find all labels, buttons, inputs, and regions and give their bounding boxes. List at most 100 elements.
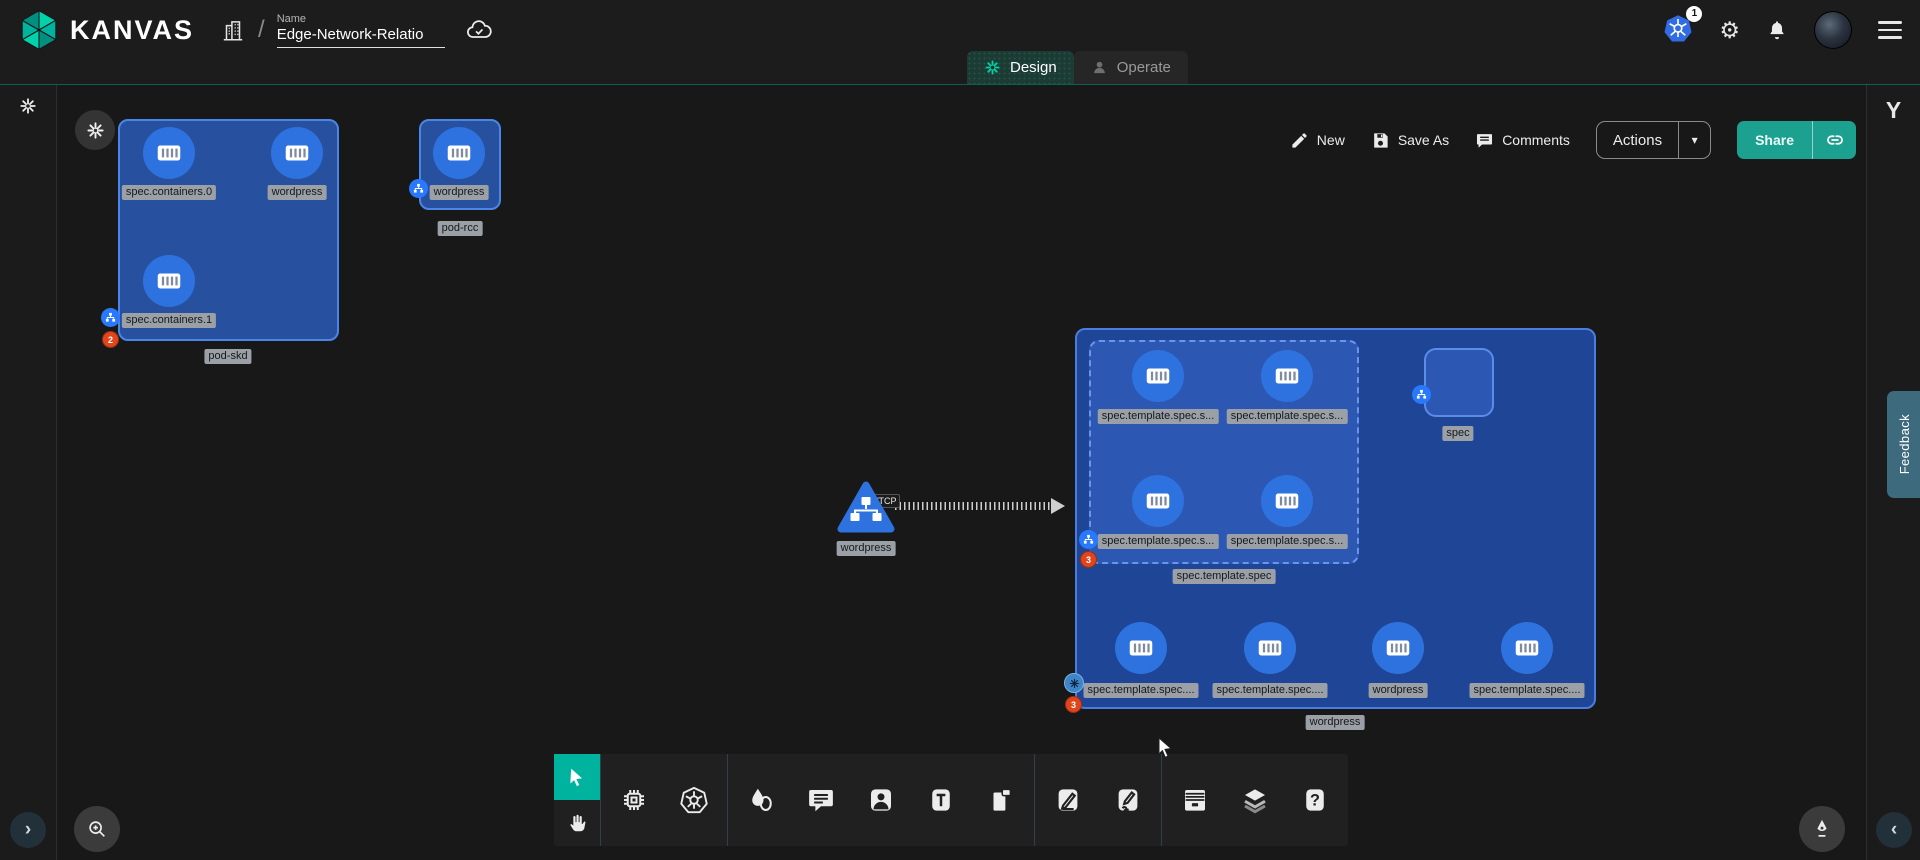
canvas-actions-bar: New Save As Comments Actions ▾ Share: [1290, 121, 1856, 159]
container-node[interactable]: [1261, 475, 1313, 527]
design-name-input[interactable]: [277, 26, 445, 48]
import-drawer-tool[interactable]: [1180, 785, 1210, 815]
node-label: spec.template.spec....: [1084, 683, 1199, 698]
tab-operate[interactable]: Operate: [1074, 51, 1188, 84]
kubernetes-context-count-badge: 1: [1686, 6, 1702, 22]
zoom-button[interactable]: [74, 806, 120, 852]
container-node[interactable]: [1261, 350, 1313, 402]
container-node[interactable]: [1244, 622, 1296, 674]
tab-design[interactable]: Design: [967, 51, 1074, 84]
collapse-hierarchy-badge[interactable]: [1079, 530, 1098, 549]
edge-pen-tool[interactable]: [1053, 785, 1083, 815]
feedback-label: Feedback: [1897, 414, 1912, 474]
note-tool[interactable]: [986, 785, 1016, 815]
service-edge[interactable]: [895, 502, 1053, 510]
history-pinwheel-icon[interactable]: [0, 97, 56, 115]
pencil-icon: [1290, 131, 1309, 150]
node-label: wordpress: [837, 541, 896, 556]
user-avatar[interactable]: [1814, 11, 1852, 49]
breadcrumb-separator: /: [258, 16, 265, 44]
design-name-label: Name: [277, 13, 445, 25]
share-button[interactable]: Share: [1737, 121, 1856, 159]
app-header: KANVAS / Name: [0, 0, 1920, 84]
notifications-bell-icon[interactable]: [1766, 19, 1788, 41]
pan-tool[interactable]: [554, 800, 600, 846]
comments-button[interactable]: Comments: [1475, 131, 1570, 150]
canvas-toolbar: ?: [554, 754, 1348, 846]
workspace-body: › 80/TCP wordpress: [0, 84, 1920, 860]
container-node[interactable]: [1132, 350, 1184, 402]
expand-right-panel-button[interactable]: ‹: [1876, 812, 1912, 848]
copy-link-icon[interactable]: [1812, 121, 1856, 159]
container-node[interactable]: [1372, 622, 1424, 674]
node-label: wordpress: [1369, 683, 1428, 698]
node-label: spec.template.spec.s...: [1227, 534, 1348, 549]
node-label: spec.template.spec.s...: [1227, 409, 1348, 424]
collapse-hierarchy-badge[interactable]: [101, 308, 120, 327]
node-label: spec.template.spec....: [1213, 683, 1328, 698]
help-tool[interactable]: ?: [1300, 785, 1330, 815]
service-edge-arrowhead: [1051, 498, 1065, 514]
select-tool[interactable]: [554, 754, 600, 800]
error-count-badge[interactable]: 3: [1080, 551, 1097, 568]
meshery-badge[interactable]: [1064, 673, 1084, 693]
service-wordpress-node[interactable]: [837, 481, 895, 535]
expand-left-panel-button[interactable]: ›: [10, 812, 46, 848]
container-node[interactable]: [433, 127, 485, 179]
save-as-button[interactable]: Save As: [1371, 131, 1449, 150]
kanvas-app: KANVAS / Name: [0, 0, 1920, 860]
pen-nib-button[interactable]: [1799, 806, 1845, 852]
node-label: spec.template.spec.s...: [1098, 409, 1219, 424]
actions-dropdown-button[interactable]: Actions ▾: [1596, 121, 1711, 159]
cloud-saved-icon: [465, 16, 493, 44]
right-rail: Y Feedback ‹: [1866, 85, 1920, 860]
node-label: spec: [1442, 426, 1473, 441]
actions-label: Actions: [1597, 122, 1678, 158]
right-panel-glyph[interactable]: Y: [1867, 97, 1920, 124]
quick-actions-snowflake-button[interactable]: [75, 110, 115, 150]
new-label: New: [1317, 132, 1345, 148]
kanvas-hex-icon: [18, 9, 60, 51]
media-tool[interactable]: [866, 785, 896, 815]
error-count-badge[interactable]: 3: [1065, 696, 1082, 713]
app-menu-icon[interactable]: [1878, 21, 1902, 39]
kubernetes-context-button[interactable]: 1: [1663, 13, 1693, 48]
design-name-group: Name: [277, 13, 445, 48]
collapse-hierarchy-badge[interactable]: [409, 179, 428, 198]
text-tool[interactable]: [926, 785, 956, 815]
comment-tool[interactable]: [806, 785, 836, 815]
kanvas-logo[interactable]: KANVAS: [18, 9, 194, 51]
container-node[interactable]: [1132, 475, 1184, 527]
toolbar-section-components: [600, 754, 727, 846]
comments-label: Comments: [1502, 132, 1570, 148]
organization-building-icon[interactable]: [220, 17, 246, 43]
spec-empty-node[interactable]: [1424, 348, 1494, 417]
container-node[interactable]: [1501, 622, 1553, 674]
settings-gear-icon[interactable]: ⚙: [1719, 17, 1740, 44]
freehand-pen-tool[interactable]: [1113, 785, 1143, 815]
new-button[interactable]: New: [1290, 131, 1345, 150]
tab-operate-label: Operate: [1117, 59, 1171, 76]
container-node[interactable]: [1115, 622, 1167, 674]
svg-text:?: ?: [1310, 792, 1320, 810]
design-canvas[interactable]: 80/TCP wordpress spec.containers.0 wordp…: [57, 85, 1866, 860]
container-node[interactable]: [143, 255, 195, 307]
layers-tool[interactable]: [1240, 785, 1270, 815]
spec-template-spec-group[interactable]: [1089, 340, 1359, 564]
mode-tabs: Design Operate: [967, 51, 1188, 84]
shapes-tool[interactable]: [746, 785, 776, 815]
comment-icon: [1475, 131, 1494, 150]
group-label: pod-skd: [204, 349, 251, 364]
feedback-tab[interactable]: Feedback: [1887, 391, 1920, 498]
caret-down-icon[interactable]: ▾: [1678, 122, 1710, 158]
brand-wordmark: KANVAS: [70, 15, 194, 46]
collapse-hierarchy-badge[interactable]: [1412, 385, 1431, 404]
container-node[interactable]: [143, 127, 195, 179]
tab-design-label: Design: [1010, 59, 1057, 76]
save-as-label: Save As: [1398, 132, 1449, 148]
kubernetes-tool[interactable]: [679, 785, 709, 815]
group-label: pod-rcc: [438, 221, 483, 236]
error-count-badge[interactable]: 2: [102, 331, 119, 348]
component-schematic-tool[interactable]: [619, 785, 649, 815]
container-node[interactable]: [271, 127, 323, 179]
